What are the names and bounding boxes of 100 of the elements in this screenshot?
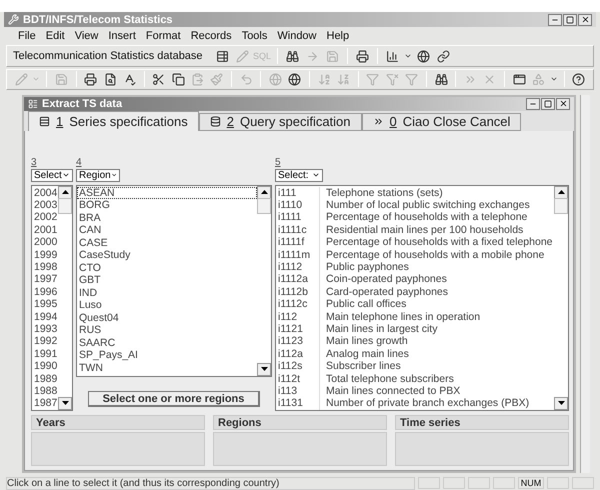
minimize-button[interactable]	[526, 98, 540, 110]
series-name[interactable]: Main telephone lines in operation	[320, 310, 480, 323]
series-code[interactable]: i1111	[276, 211, 320, 224]
close-button[interactable]	[556, 98, 570, 110]
copy-icon[interactable]	[172, 72, 185, 86]
region-item[interactable]: TWN	[77, 362, 257, 374]
minimize-button[interactable]	[548, 14, 562, 26]
year-item[interactable]: 1999	[32, 248, 58, 261]
series-code[interactable]: i112	[276, 310, 320, 323]
close-button[interactable]	[578, 14, 592, 26]
scroll-up-button[interactable]	[554, 186, 568, 199]
series-name[interactable]: Percentage of households with a mobile phone	[320, 248, 544, 261]
year-item[interactable]: 1993	[32, 322, 58, 336]
year-item[interactable]: 1991	[32, 348, 58, 360]
region-item[interactable]: Luso	[77, 299, 257, 312]
maximize-button[interactable]	[541, 98, 555, 110]
caret-icon[interactable]	[404, 52, 412, 60]
spellcheck-icon[interactable]	[123, 72, 136, 86]
series-name[interactable]: Total telephone subscribers	[320, 372, 454, 385]
tab[interactable]: 2 Query specification	[198, 112, 362, 131]
binoculars-icon[interactable]	[286, 50, 299, 62]
series-name[interactable]: Public payphones	[320, 260, 409, 274]
series-code[interactable]: i1111m	[276, 248, 320, 261]
series-code[interactable]: i112s	[276, 360, 320, 372]
series-code[interactable]: i1112b	[276, 286, 320, 298]
globe-icon[interactable]	[288, 72, 302, 86]
series-name[interactable]: Subscriber lines	[320, 360, 401, 372]
series-code[interactable]: i112a	[276, 348, 320, 360]
scissors-icon[interactable]	[152, 72, 166, 86]
region-item[interactable]: SP_Pays_AI	[77, 349, 257, 362]
series-name[interactable]: Number of local public switching exchanges	[320, 199, 530, 212]
series-code[interactable]: i1112c	[276, 298, 320, 311]
year-item[interactable]: 2002	[32, 211, 58, 224]
region-item[interactable]: SAARC	[77, 336, 257, 350]
select-regions-button[interactable]: Select one or more regions	[88, 390, 260, 407]
year-item[interactable]: 1996	[32, 286, 58, 298]
series-name[interactable]: Analog main lines	[320, 348, 409, 360]
series-name[interactable]: Percentage of households with a telephone	[320, 211, 528, 224]
series-name[interactable]: Number of private branch exchanges (PBX)	[320, 397, 530, 410]
series-name[interactable]: Card-operated payphones	[320, 286, 448, 298]
printer-icon[interactable]	[356, 50, 369, 62]
region-item[interactable]: IND	[77, 286, 257, 300]
series-name[interactable]: Percentage of households with a fixed telephone	[320, 236, 552, 249]
maximize-button[interactable]	[563, 14, 577, 26]
year-item[interactable]: 1990	[32, 360, 58, 372]
menu-item[interactable]: Records	[186, 28, 236, 43]
tab[interactable]: 0 Ciao Close Cancel	[362, 112, 522, 131]
printer-icon[interactable]	[84, 72, 98, 86]
series-name[interactable]: Main lines in largest city	[320, 322, 438, 336]
scroll-down-button[interactable]	[257, 362, 271, 376]
menu-item[interactable]: Format	[142, 28, 185, 43]
series-name[interactable]: Telephone stations (sets)	[320, 186, 443, 200]
chart-icon[interactable]	[386, 50, 399, 62]
region-item[interactable]: CTO	[77, 262, 257, 274]
year-item[interactable]: 1987	[32, 397, 58, 410]
series-code[interactable]: i113	[276, 384, 320, 398]
region-item[interactable]: CAN	[77, 224, 257, 237]
year-item[interactable]: 2001	[32, 224, 58, 236]
year-item[interactable]: 1992	[32, 335, 58, 348]
preview-icon[interactable]	[104, 72, 117, 86]
year-item[interactable]: 1997	[32, 273, 58, 286]
year-item[interactable]: 2004	[32, 186, 58, 200]
region-item[interactable]: RUS	[77, 324, 257, 337]
table-icon[interactable]	[216, 50, 229, 62]
menu-item[interactable]: Edit	[42, 28, 69, 43]
scroll-thumb[interactable]	[257, 198, 271, 214]
link-icon[interactable]	[436, 50, 450, 62]
scroll-thumb[interactable]	[58, 198, 72, 214]
menu-item[interactable]: File	[14, 28, 40, 43]
scroll-down-button[interactable]	[554, 396, 568, 410]
menu-item[interactable]: Help	[322, 28, 354, 43]
menu-item[interactable]: View	[70, 28, 102, 43]
select-dropdown[interactable]: Select:	[275, 168, 323, 182]
menu-item[interactable]: Tools	[238, 28, 272, 43]
year-item[interactable]: 2003	[32, 199, 58, 212]
region-item[interactable]: BORG	[77, 199, 257, 212]
region-item[interactable]: Quest04	[77, 312, 257, 324]
year-item[interactable]: 1988	[32, 384, 58, 398]
series-name[interactable]: Residential main lines per 100 households	[320, 224, 524, 236]
region-dropdown[interactable]: Region	[76, 168, 120, 182]
year-item[interactable]: 1994	[32, 310, 58, 323]
series-name[interactable]: Public call offices	[320, 298, 406, 311]
scrollbar[interactable]	[580, 94, 590, 473]
series-name[interactable]: Coin-operated payphones	[320, 273, 447, 286]
series-name[interactable]: Main lines growth	[320, 335, 408, 348]
scroll-up-button[interactable]	[58, 186, 72, 199]
region-item[interactable]: BRA	[77, 212, 257, 224]
series-code[interactable]: i1111c	[276, 224, 320, 236]
region-item[interactable]: CaseStudy	[77, 249, 257, 262]
menu-item[interactable]: Window	[273, 28, 320, 43]
select-dropdown[interactable]: Select	[31, 168, 73, 182]
binoculars-icon[interactable]	[434, 72, 448, 86]
year-item[interactable]: 2000	[32, 236, 58, 249]
series-code[interactable]: i1121	[276, 322, 320, 336]
tab[interactable]: 1 Series specifications	[28, 110, 199, 131]
scroll-up-button[interactable]	[257, 186, 271, 199]
year-item[interactable]: 1995	[32, 298, 58, 311]
series-code[interactable]: i1131	[276, 397, 320, 410]
series-code[interactable]: i112t	[276, 372, 320, 385]
region-item[interactable]: ASEAN	[77, 186, 257, 200]
